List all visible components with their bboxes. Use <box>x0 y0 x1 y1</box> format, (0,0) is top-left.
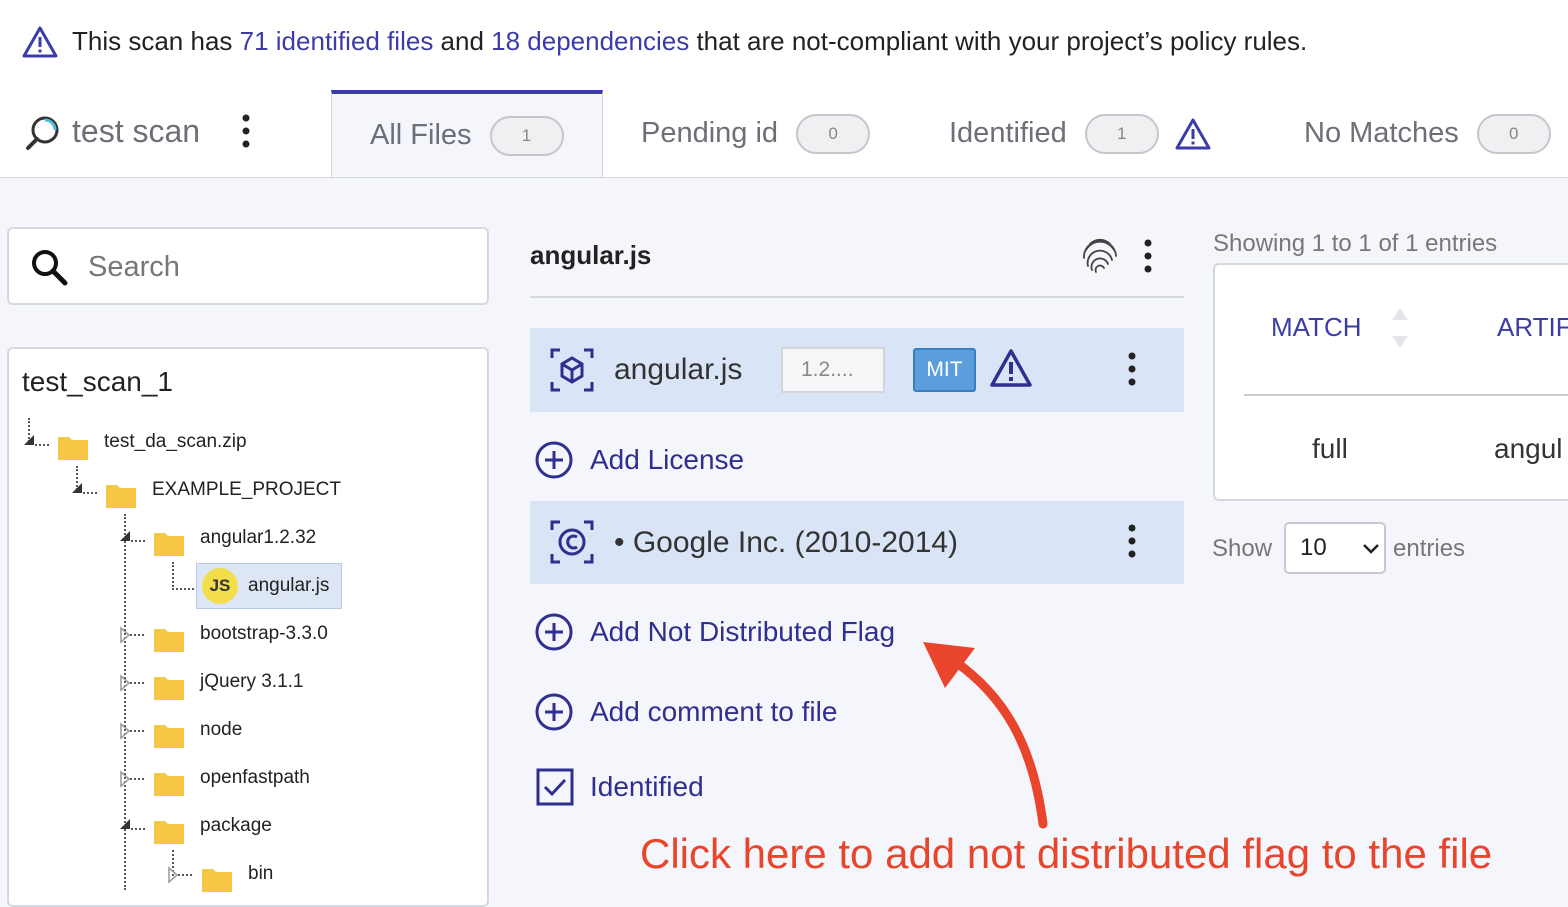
annotation-text: Click here to add not distributed flag t… <box>640 830 1493 877</box>
table-cell-artifact: angul <box>1494 433 1563 464</box>
checkbox-checked-icon <box>536 768 574 806</box>
file-title: angular.js <box>530 240 652 270</box>
action-label: Add License <box>590 444 745 475</box>
tab-label: Pending id <box>641 117 779 149</box>
folder-icon <box>154 821 184 844</box>
add-circle-icon <box>535 693 573 731</box>
identified-checkbox[interactable]: Identified <box>530 763 830 811</box>
folder-icon <box>154 629 184 652</box>
banner-suffix: that are not-compliant with your project… <box>689 26 1308 56</box>
folder-icon <box>154 725 184 748</box>
banner-message: This scan has 71 identified files and 18… <box>72 26 1307 57</box>
folder-icon <box>106 485 136 508</box>
component-version[interactable]: 1.2.... <box>781 347 885 393</box>
tree-node-example-project[interactable]: EXAMPLE_PROJECT <box>152 479 341 501</box>
tree-node-node[interactable]: node <box>200 719 242 741</box>
warning-triangle-icon <box>1175 118 1211 149</box>
component-name: angular.js <box>614 353 743 386</box>
dependencies-link[interactable]: 18 dependencies <box>491 26 689 56</box>
folder-icon <box>154 773 184 796</box>
tree-node-label: angular.js <box>248 575 330 596</box>
action-label: Identified <box>590 771 704 802</box>
tree-node-jquery[interactable]: jQuery 3.1.1 <box>200 671 304 693</box>
component-more-icon[interactable] <box>1124 351 1140 387</box>
column-header-artifact[interactable]: ARTIF <box>1497 312 1568 343</box>
collapse-toggle-icon[interactable] <box>22 432 52 448</box>
tree-node-bootstrap[interactable]: bootstrap-3.3.0 <box>200 623 328 645</box>
tab-count-badge: 0 <box>796 113 871 154</box>
banner-prefix: This scan has <box>72 26 240 56</box>
tree-root-title: test_scan_1 <box>22 366 173 397</box>
collapse-toggle-icon[interactable] <box>118 816 148 832</box>
annotation-arrow <box>923 642 1048 829</box>
matches-table <box>1213 263 1568 501</box>
expand-toggle-icon[interactable] <box>118 674 148 692</box>
tree-connector <box>124 514 126 890</box>
search-icon <box>32 250 68 286</box>
tab-all-files[interactable]: All Files 1 <box>331 90 603 177</box>
collapse-toggle-icon[interactable] <box>118 528 148 544</box>
folder-icon <box>202 869 232 892</box>
show-label: Show <box>1212 535 1273 562</box>
expand-toggle-icon[interactable] <box>118 770 148 788</box>
table-header-divider <box>1244 394 1568 396</box>
add-license-button[interactable]: Add License <box>530 436 930 484</box>
copyright-more-icon[interactable] <box>1124 523 1140 559</box>
tree-node-package[interactable]: package <box>200 815 272 837</box>
expand-toggle-icon[interactable] <box>118 626 148 644</box>
warning-triangle-icon <box>990 349 1032 387</box>
action-label: Add comment to file <box>590 696 838 727</box>
copyright-text: • Google Inc. (2010-2014) <box>614 526 959 559</box>
sort-icon[interactable] <box>1391 306 1409 350</box>
add-not-distributed-flag-button[interactable]: Add Not Distributed Flag <box>530 608 930 656</box>
collapse-toggle-icon[interactable] <box>70 480 100 496</box>
add-circle-icon <box>535 441 573 479</box>
divider <box>530 296 1184 298</box>
add-comment-button[interactable]: Add comment to file <box>530 688 930 736</box>
scan-more-icon[interactable] <box>238 113 254 149</box>
showing-entries-text: Showing 1 to 1 of 1 entries <box>1213 230 1498 257</box>
folder-icon <box>58 437 88 460</box>
scan-title: test scan <box>72 113 201 149</box>
chevron-down-icon <box>1363 544 1379 554</box>
add-circle-icon <box>535 613 573 651</box>
identified-files-link[interactable]: 71 identified files <box>240 26 434 56</box>
tab-no-matches[interactable]: No Matches 0 <box>1304 90 1551 177</box>
tree-node-test-da-scan[interactable]: test_da_scan.zip <box>104 431 247 453</box>
tab-label: All Files <box>370 119 472 151</box>
table-cell-match: full <box>1312 433 1348 464</box>
scan-search-icon <box>26 116 59 150</box>
column-header-match[interactable]: MATCH <box>1271 312 1362 343</box>
license-badge[interactable]: MIT <box>913 348 976 392</box>
tab-pending-id[interactable]: Pending id 0 <box>641 90 871 177</box>
action-label: Add Not Distributed Flag <box>590 616 896 647</box>
folder-icon <box>154 677 184 700</box>
banner-middle: and <box>433 26 492 56</box>
expand-toggle-icon[interactable] <box>166 866 196 884</box>
tree-connector <box>172 562 194 590</box>
tree-node-openfastpath[interactable]: openfastpath <box>200 767 310 789</box>
page-size-select[interactable]: 10 <box>1284 522 1386 574</box>
search-input[interactable] <box>88 248 468 286</box>
tab-label: Identified <box>949 117 1067 149</box>
warning-triangle-icon <box>22 26 58 58</box>
tab-count-badge: 0 <box>1476 113 1551 154</box>
folder-icon <box>154 533 184 556</box>
copyright-icon <box>550 520 594 564</box>
fingerprint-icon[interactable] <box>1080 236 1120 276</box>
tree-node-angular[interactable]: angular1.2.32 <box>200 527 316 549</box>
tab-count-badge: 1 <box>489 115 564 156</box>
js-file-icon: JS <box>202 568 238 604</box>
tab-label: No Matches <box>1304 117 1459 149</box>
file-more-icon[interactable] <box>1140 238 1156 274</box>
tree-node-bin[interactable]: bin <box>248 863 273 885</box>
expand-toggle-icon[interactable] <box>118 722 148 740</box>
tab-count-badge: 1 <box>1084 113 1159 154</box>
page-size-value: 10 <box>1300 534 1327 561</box>
component-cube-icon <box>550 348 594 392</box>
tab-identified[interactable]: Identified 1 <box>949 90 1211 177</box>
entries-label: entries <box>1393 535 1466 562</box>
